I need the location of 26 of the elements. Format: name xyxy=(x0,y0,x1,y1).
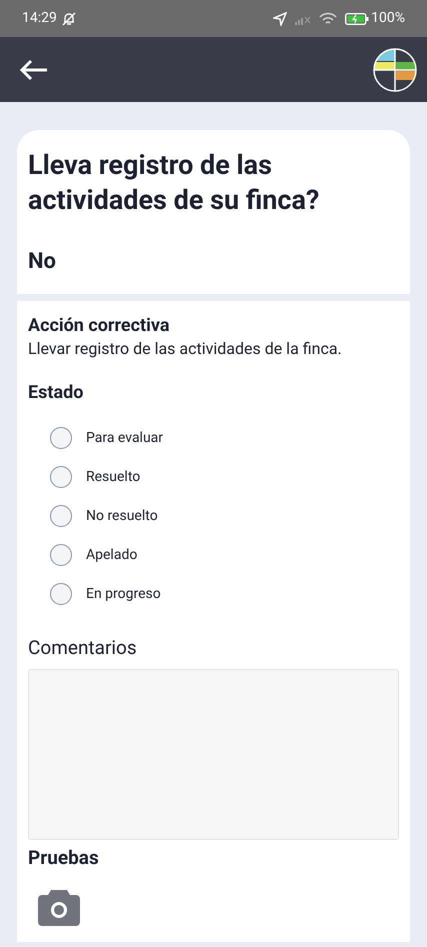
question-title: Lleva registro de las actividades de su finca? xyxy=(28,148,320,218)
radio-label: No resuelto xyxy=(86,506,158,526)
radio-button[interactable] xyxy=(50,466,72,488)
radio-label: Apelado xyxy=(86,546,138,564)
radio-button[interactable] xyxy=(50,544,72,566)
radio-button[interactable] xyxy=(50,505,72,527)
radio-label: Resuelto xyxy=(86,468,140,486)
battery-icon xyxy=(345,12,370,24)
muted-bell-icon xyxy=(60,10,77,26)
wifi-icon xyxy=(319,12,338,26)
evidence-label: Pruebas xyxy=(28,844,100,870)
radio-label: Para evaluar xyxy=(86,428,164,448)
camera-button[interactable] xyxy=(38,890,80,926)
state-label: Estado xyxy=(28,381,84,405)
corrective-text: Llevar registro de las actividades de la finca. xyxy=(28,338,343,360)
location-icon xyxy=(273,12,288,26)
battery-percent: 100% xyxy=(371,9,405,28)
comments-label: Comentarios xyxy=(28,635,138,661)
radio-button[interactable] xyxy=(50,427,72,449)
status-time: 14:29 xyxy=(22,9,57,28)
globe-logo-icon xyxy=(373,48,417,92)
answer-text: No xyxy=(28,248,57,276)
radio-label: En progreso xyxy=(86,584,161,604)
comments-field[interactable] xyxy=(28,668,399,840)
radio-button[interactable] xyxy=(50,583,72,605)
corrective-label: Acción correctiva xyxy=(28,315,170,337)
